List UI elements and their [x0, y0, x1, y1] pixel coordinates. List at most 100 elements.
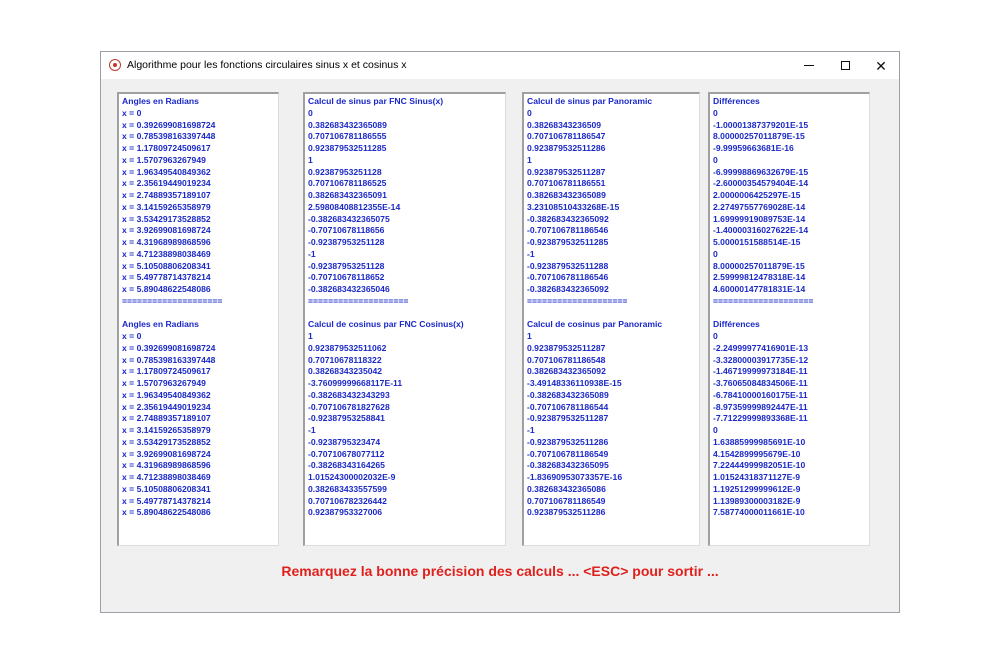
- value-line: Calcul de sinus par Panoramic: [527, 96, 653, 106]
- value-line: -1: [527, 425, 535, 435]
- value-line: x = 2.74889357189107: [122, 190, 211, 200]
- value-line: -0.382683432343293: [308, 389, 390, 400]
- value-line: x = 2.35619449019234: [122, 401, 211, 412]
- value-line: -0.382683432365089: [527, 389, 609, 400]
- value-line: 0.70710678118654​7: [527, 131, 606, 142]
- value-line: -2.24999977416901E-13: [713, 342, 809, 353]
- value-line: -0.707106781186549: [527, 448, 609, 459]
- value-line: 0: [713, 248, 718, 259]
- value-line: 1: [527, 154, 532, 165]
- value-line: ====================: [527, 295, 628, 306]
- value-line: 0.707106781186551: [527, 178, 606, 189]
- maximize-icon: [840, 61, 850, 70]
- value-line: Calcul de cosinus par FNC Cosinus(x): [308, 319, 464, 330]
- value-line: Angles en Radians: [122, 319, 199, 330]
- value-line: -9.99959663681E-16: [713, 143, 794, 153]
- value-line: 0.382683432365086: [527, 483, 606, 494]
- value-line: x = 5.10508806208341: [122, 483, 211, 494]
- value-line: x = 1.5707963267949: [122, 154, 206, 165]
- value-line: -1.00001387379201E-15: [713, 119, 809, 130]
- value-line: [122, 308, 278, 320]
- value-line: 0.923879532511285: [308, 143, 387, 153]
- value-line: x = 2.74889357189107: [122, 413, 211, 424]
- value-line: Différences: [713, 96, 760, 106]
- value-line: ====================: [122, 295, 223, 306]
- minimize-button[interactable]: [791, 52, 827, 79]
- value-line: 8.00000257011879E-15: [713, 131, 805, 142]
- value-line: -6.99998869632679E-15: [713, 166, 809, 177]
- value-line: 0.923879532511287: [527, 166, 606, 177]
- value-line: -0.707106781186546: [527, 225, 609, 236]
- value-line: 0.382683432365089: [527, 190, 606, 200]
- value-line: [527, 308, 699, 320]
- minimize-icon: [804, 65, 814, 66]
- value-line: x = 3.92699081698724: [122, 448, 211, 459]
- value-line: -0.707106781186546: [527, 272, 609, 283]
- value-line: 1: [527, 331, 532, 341]
- value-line: 1: [308, 154, 313, 165]
- value-line: -3.49148336110938E-15: [527, 378, 622, 388]
- value-line: 7.22444999982051E-10: [713, 460, 806, 471]
- value-line: 0: [713, 425, 718, 435]
- value-line: -0.38268343164265: [308, 460, 385, 471]
- value-line: 1.13989300003182E-9: [713, 495, 801, 506]
- title-bar[interactable]: Algorithme pour les fonctions circulaire…: [101, 52, 899, 79]
- value-line: 0.707106781186555: [308, 131, 387, 142]
- value-line: x = 0.392699081698724: [122, 119, 216, 130]
- value-line: -1.40000316027622E-14: [713, 225, 809, 236]
- value-line: x = 1.17809724509617: [122, 366, 211, 377]
- value-line: 4.1542899995679E-10: [713, 448, 801, 459]
- value-line: x = 1.17809724509617: [122, 143, 211, 153]
- value-line: -0.70710678118656: [308, 225, 385, 236]
- value-line: x = 3.92699081698724: [122, 225, 211, 236]
- value-line: ====================: [308, 295, 409, 306]
- app-icon[interactable]: [109, 59, 121, 71]
- fnc-panel: Calcul de sinus par FNC Sinus(x) 0 0.38268…: [303, 92, 506, 546]
- value-line: 0.707106781186549: [527, 495, 606, 506]
- value-line: -0.92387953258841: [308, 413, 385, 424]
- value-line: 1.01524300002032E-9: [308, 472, 396, 482]
- value-line: x = 5.89048622548086: [122, 284, 211, 294]
- angles-panel: Angles en Radians x = 0x = 0.392699081698…: [117, 92, 279, 546]
- maximize-button[interactable]: [827, 52, 863, 79]
- value-line: Angles en Radians: [122, 96, 199, 106]
- value-line: 0: [713, 331, 718, 341]
- value-line: 0.707106781186548: [527, 354, 606, 365]
- value-line: 0.382683432365091: [308, 190, 387, 200]
- value-line: -0.382683432365092: [527, 213, 609, 224]
- value-line: 0.70710678118322: [308, 354, 382, 365]
- value-line: 0.923879532511286: [527, 143, 606, 153]
- value-line: 3.23108510433268E-15: [527, 201, 620, 212]
- value-line: x = 0.785398163397448: [122, 354, 216, 365]
- value-line: -0.382683432365092: [527, 284, 609, 294]
- value-line: -0.923879532511287: [527, 413, 609, 424]
- value-line: -2.60000354579404E-14: [713, 178, 809, 189]
- close-button[interactable]: ✕: [863, 52, 899, 79]
- value-line: -0.92387953251128: [308, 237, 385, 247]
- value-line: 4.60000147781831E-14: [713, 284, 806, 294]
- value-line: -0.382683432365095: [527, 460, 609, 471]
- value-line: 0: [713, 154, 718, 165]
- value-line: 0: [308, 107, 313, 118]
- value-line: -8.97359999892447E-11: [713, 401, 808, 412]
- value-line: -3.32800003917735E-12: [713, 354, 809, 365]
- value-line: x = 3.53429173528852: [122, 213, 211, 224]
- value-line: -1: [527, 248, 535, 259]
- value-line: -0.92387953251128: [308, 260, 385, 271]
- value-line: -0.707106781186544: [527, 401, 609, 412]
- value-line: x = 5.49778714378214: [122, 272, 211, 283]
- value-line: x = 1.5707963267949: [122, 378, 206, 388]
- value-line: 1.01524318371127E-9: [713, 472, 800, 482]
- value-line: x = 3.53429173528852: [122, 436, 211, 447]
- value-line: -1.46719999973184E-11: [713, 366, 808, 377]
- value-line: 0.923879532511287: [527, 342, 606, 353]
- value-line: Différences: [713, 319, 760, 330]
- value-line: [308, 308, 505, 320]
- value-line: 2.59999812478318E-14: [713, 272, 806, 283]
- value-line: x = 4.31968989868596: [122, 237, 211, 247]
- value-line: 1.19251299999612E-9: [713, 483, 801, 494]
- value-line: 0.923879532511286: [527, 507, 606, 518]
- value-line: 0.38268343235042: [308, 366, 383, 377]
- value-line: -0.70710678077112: [308, 448, 385, 459]
- value-line: x = 5.89048622548086: [122, 507, 211, 518]
